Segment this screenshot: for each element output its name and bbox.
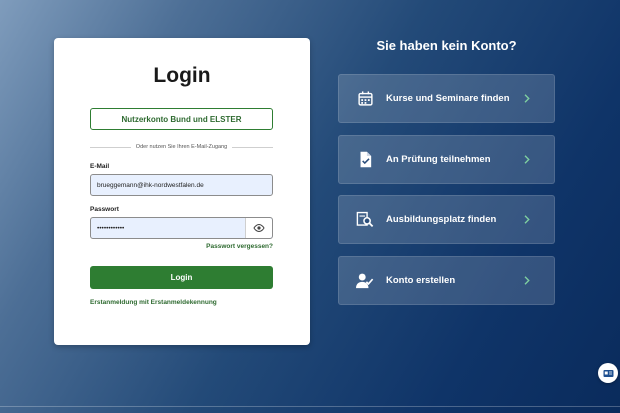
show-password-button[interactable]: [245, 218, 272, 238]
calendar-icon: [356, 90, 374, 108]
elster-login-button[interactable]: Nutzerkonto Bund und ELSTER: [90, 108, 273, 130]
divider-line-right: [232, 146, 274, 148]
login-title: Login: [153, 64, 211, 87]
tile-apprenticeship[interactable]: Ausbildungsplatz finden: [338, 195, 555, 244]
tile-courses[interactable]: Kurse und Seminare finden: [338, 74, 555, 123]
chevron-right-icon: [523, 276, 530, 285]
footer-divider: [0, 406, 620, 407]
tile-label: An Prüfung teilnehmen: [386, 154, 491, 165]
divider-text: Oder nutzen Sie Ihren E-Mail-Zugang: [135, 144, 228, 150]
tile-label: Konto erstellen: [386, 275, 456, 286]
accessibility-widget-button[interactable]: [598, 363, 618, 383]
search-document-icon: [356, 211, 374, 229]
divider-line-left: [90, 146, 131, 148]
or-divider: Oder nutzen Sie Ihren E-Mail-Zugang: [90, 142, 274, 152]
tile-exam[interactable]: An Prüfung teilnehmen: [338, 135, 555, 184]
email-field[interactable]: brueggemann@ihk-nordwestfalen.de: [90, 174, 273, 196]
email-label: E-Mail: [90, 163, 110, 170]
chevron-right-icon: [523, 215, 530, 224]
password-value: ••••••••••••: [97, 224, 125, 232]
password-label: Passwort: [90, 206, 119, 213]
chevron-right-icon: [523, 155, 530, 164]
password-field[interactable]: ••••••••••••: [90, 217, 273, 239]
login-card: Login Nutzerkonto Bund und ELSTER Oder n…: [54, 38, 310, 345]
tile-create-account[interactable]: Konto erstellen: [338, 256, 555, 305]
forgot-password-link[interactable]: Passwort vergessen?: [206, 243, 273, 250]
no-account-heading: Sie haben kein Konto?: [376, 38, 517, 53]
user-check-icon: [356, 272, 374, 290]
tile-label: Ausbildungsplatz finden: [386, 214, 497, 225]
eye-icon: [253, 224, 265, 232]
chevron-right-icon: [523, 94, 530, 103]
document-check-icon: [356, 151, 374, 169]
login-button[interactable]: Login: [90, 266, 273, 289]
tile-label: Kurse und Seminare finden: [386, 93, 510, 104]
first-login-link[interactable]: Erstanmeldung mit Erstanmeldekennung: [90, 299, 217, 306]
id-card-icon: [603, 369, 613, 377]
